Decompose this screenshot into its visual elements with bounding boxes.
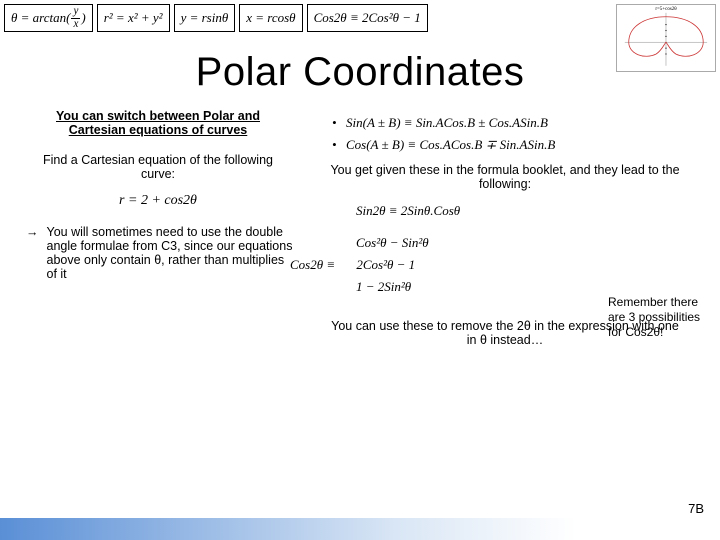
polar-curve-icon	[617, 5, 715, 72]
formula-text: θ = arctan	[11, 10, 66, 26]
formula-cos2: Cos2θ ≡ 2Cos²θ − 1	[307, 4, 428, 32]
eq-cos2-row: Cos2θ ≡ 2Cos²θ − 1	[290, 257, 702, 273]
slide-title: Polar Coordinates	[0, 50, 720, 95]
identity-cos: Cos(A ± B) ≡ Cos.ACos.B ∓ Sin.ASin.B	[332, 137, 702, 153]
lead-text: You get given these in the formula bookl…	[316, 163, 694, 191]
formula-theta: θ = arctan ( y x )	[4, 4, 93, 32]
eq-cos2-a: Cos²θ − Sin²θ	[308, 235, 702, 251]
polar-plot-thumbnail: r=5+cos2θ	[616, 4, 716, 72]
formula-r2: r² = x² + y²	[97, 4, 170, 32]
given-equation: r = 2 + cos2θ	[18, 193, 298, 209]
left-column: You can switch between Polar and Cartesi…	[18, 109, 298, 347]
arrow-icon: →	[26, 225, 39, 281]
section-heading: You can switch between Polar and Cartesi…	[18, 109, 298, 137]
bullet-item: → You will sometimes need to use the dou…	[18, 225, 298, 281]
side-note: Remember there are 3 possibilities for C…	[608, 295, 708, 340]
bullet-text: You will sometimes need to use the doubl…	[47, 225, 299, 281]
prompt-text: Find a Cartesian equation of the followi…	[18, 153, 298, 181]
right-column: Sin(A ± B) ≡ Sin.ACos.B ± Cos.ASin.B Cos…	[308, 109, 702, 347]
content-area: You can switch between Polar and Cartesi…	[0, 95, 720, 347]
eq-cos2-c: 1 − 2Sin²θ	[308, 279, 702, 295]
formula-y: y = rsinθ	[174, 4, 236, 32]
eq-sin2: Sin2θ ≡ 2Sinθ.Cosθ	[308, 203, 702, 219]
identity-sin: Sin(A ± B) ≡ Sin.ACos.B ± Cos.ASin.B	[332, 115, 702, 131]
eq-cos2-b: 2Cos²θ − 1	[356, 257, 415, 272]
formula-x: x = rcosθ	[239, 4, 302, 32]
footer-gradient	[0, 518, 720, 540]
page-number: 7B	[688, 501, 704, 516]
